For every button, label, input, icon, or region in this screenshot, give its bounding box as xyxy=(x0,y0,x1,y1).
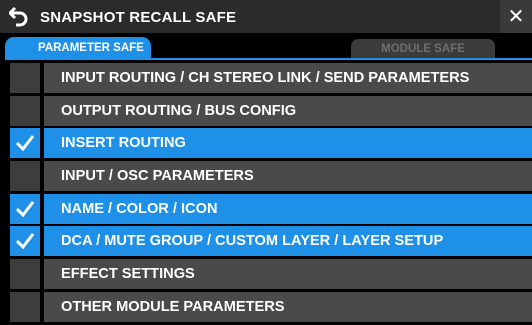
item-label[interactable]: OUTPUT ROUTING / BUS CONFIG xyxy=(44,95,532,126)
list-item[interactable]: DCA / MUTE GROUP / CUSTOM LAYER / LAYER … xyxy=(10,226,532,257)
list-item[interactable]: INSERT ROUTING xyxy=(10,128,532,159)
item-label[interactable]: OTHER MODULE PARAMETERS xyxy=(44,291,532,322)
item-label[interactable]: DCA / MUTE GROUP / CUSTOM LAYER / LAYER … xyxy=(44,226,532,257)
checkbox[interactable] xyxy=(10,128,40,159)
list-item[interactable]: OTHER MODULE PARAMETERS xyxy=(10,291,532,322)
checkmark-icon xyxy=(15,135,35,152)
list-item[interactable]: EFFECT SETTINGS xyxy=(10,259,532,290)
snapshot-recall-safe-window: SNAPSHOT RECALL SAFE ✕ PARAMETER SAFE MO… xyxy=(0,0,532,325)
close-button[interactable]: ✕ xyxy=(500,0,532,33)
window-title: SNAPSHOT RECALL SAFE xyxy=(40,9,237,26)
checkbox[interactable] xyxy=(10,291,40,322)
list-item[interactable]: NAME / COLOR / ICON xyxy=(10,193,532,224)
checkbox[interactable] xyxy=(10,161,40,192)
item-label[interactable]: NAME / COLOR / ICON xyxy=(44,193,532,224)
checkbox[interactable] xyxy=(10,226,40,257)
title-bar: SNAPSHOT RECALL SAFE ✕ xyxy=(0,0,532,33)
list-item[interactable]: INPUT ROUTING / CH STEREO LINK / SEND PA… xyxy=(10,63,532,93)
checkbox[interactable] xyxy=(10,259,40,290)
item-label[interactable]: INSERT ROUTING xyxy=(44,128,532,159)
back-button[interactable] xyxy=(6,2,32,30)
checkbox[interactable] xyxy=(10,95,40,126)
list-item[interactable]: OUTPUT ROUTING / BUS CONFIG xyxy=(10,95,532,126)
safe-parameter-list: INPUT ROUTING / CH STEREO LINK / SEND PA… xyxy=(10,63,532,325)
checkbox[interactable] xyxy=(10,193,40,224)
list-item[interactable]: INPUT / OSC PARAMETERS xyxy=(10,161,532,192)
tab-parameter-safe[interactable]: PARAMETER SAFE xyxy=(5,37,151,58)
close-icon: ✕ xyxy=(507,6,525,28)
checkmark-icon xyxy=(15,233,35,250)
checkmark-icon xyxy=(15,200,35,218)
item-label[interactable]: EFFECT SETTINGS xyxy=(44,259,532,290)
tab-bar: PARAMETER SAFE MODULE SAFE xyxy=(0,36,532,62)
item-label[interactable]: INPUT ROUTING / CH STEREO LINK / SEND PA… xyxy=(44,63,532,93)
item-label[interactable]: INPUT / OSC PARAMETERS xyxy=(44,161,532,192)
tab-underline xyxy=(5,58,532,60)
tab-module-safe[interactable]: MODULE SAFE xyxy=(351,39,495,58)
back-arrow-icon xyxy=(9,6,28,27)
checkbox[interactable] xyxy=(10,63,40,93)
